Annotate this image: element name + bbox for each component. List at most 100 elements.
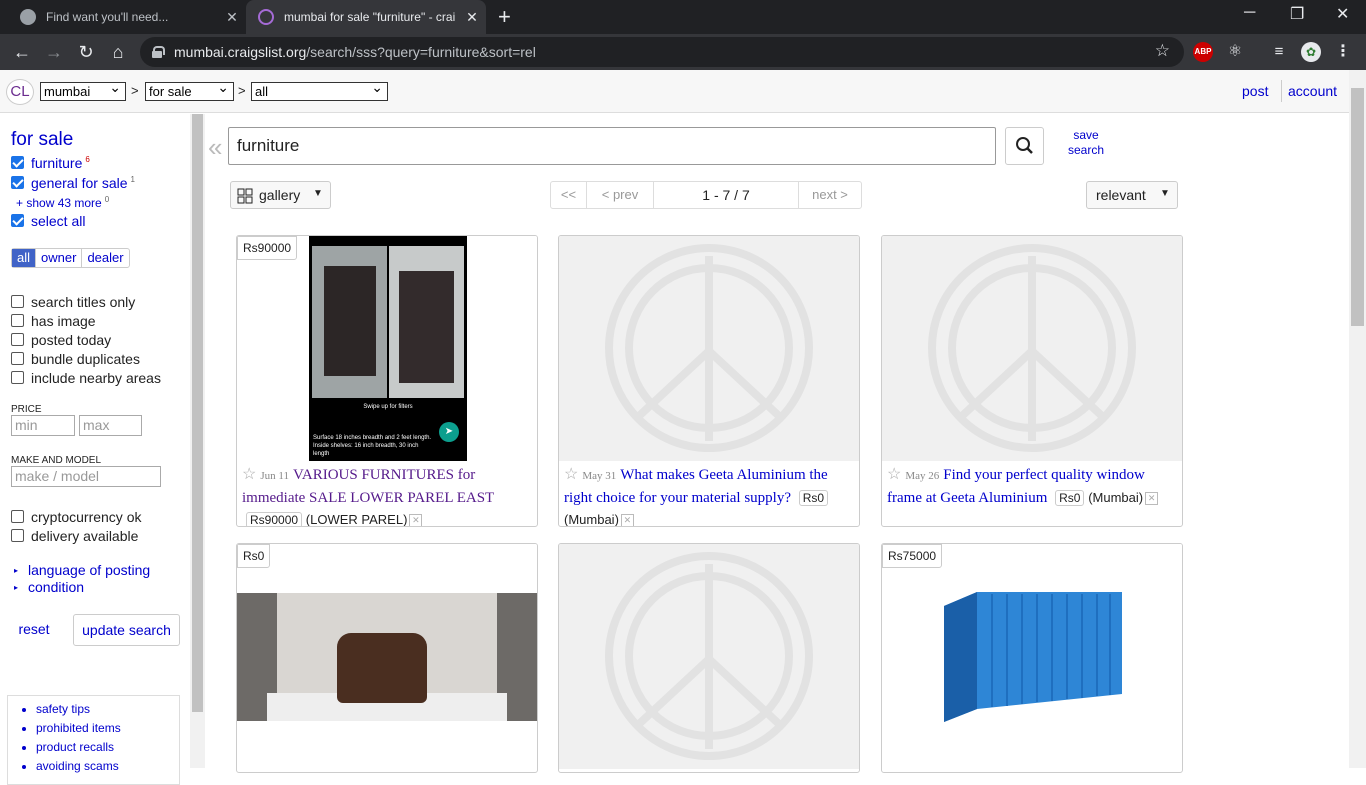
search-button[interactable] bbox=[1005, 127, 1044, 165]
adblock-icon[interactable]: ABP bbox=[1193, 42, 1213, 62]
page-scrollbar[interactable] bbox=[1349, 70, 1366, 768]
prohibited-items-link[interactable]: prohibited items bbox=[36, 721, 179, 740]
sort-dropdown[interactable]: relevant ▼ bbox=[1086, 181, 1178, 209]
checkbox-nearby[interactable] bbox=[11, 371, 24, 384]
window-close-icon[interactable]: ✕ bbox=[1336, 4, 1349, 24]
listing-image[interactable] bbox=[882, 236, 1182, 461]
listing-image[interactable] bbox=[559, 236, 859, 461]
seller-all[interactable]: all bbox=[12, 249, 37, 267]
seller-owner[interactable]: owner bbox=[36, 249, 83, 267]
close-tab-icon[interactable]: ✕ bbox=[458, 9, 486, 26]
post-link[interactable]: post bbox=[1242, 83, 1268, 99]
sidebar-title[interactable]: for sale bbox=[11, 129, 73, 151]
category-count: 6 bbox=[85, 155, 90, 165]
view-mode-dropdown[interactable]: gallery ▼ bbox=[230, 181, 331, 209]
checkbox-has-image[interactable] bbox=[11, 314, 24, 327]
language-expander[interactable]: language of posting bbox=[28, 562, 150, 578]
update-search-button[interactable]: update search bbox=[73, 614, 180, 646]
post-date: Jun 11 bbox=[260, 470, 289, 482]
price-badge: Rs90000 bbox=[237, 236, 298, 260]
checkbox-select-all[interactable] bbox=[11, 214, 24, 227]
reset-button[interactable]: reset bbox=[11, 614, 57, 646]
checkbox-titles-only[interactable] bbox=[11, 295, 24, 308]
listing-card[interactable]: Rs75000 bbox=[881, 543, 1183, 773]
city-select[interactable]: mumbai bbox=[40, 79, 126, 101]
listing-card[interactable]: ☆ May 31 What makes Geeta Aluminium the ri… bbox=[558, 235, 860, 527]
scrollbar-thumb[interactable] bbox=[1351, 88, 1364, 326]
address-bar[interactable]: mumbai.craigslist.org/search/sss?query=f… bbox=[140, 37, 1184, 67]
category-general[interactable]: general for sale 1 bbox=[31, 175, 135, 191]
category-select[interactable]: all bbox=[251, 79, 388, 101]
minimize-icon[interactable]: ─ bbox=[1244, 4, 1255, 22]
arrow-right-icon: ➤ bbox=[439, 422, 459, 442]
min-price-input[interactable]: min bbox=[11, 415, 75, 436]
show-more-count: 0 bbox=[104, 195, 110, 204]
hide-listing-icon[interactable]: ✕ bbox=[409, 514, 423, 526]
browser-navbar: ← → ↻ ⌂ mumbai.craigslist.org/search/sss… bbox=[0, 34, 1366, 70]
globe-icon bbox=[20, 9, 36, 25]
price-tag: Rs90000 bbox=[246, 512, 303, 526]
condition-expander[interactable]: condition bbox=[28, 579, 84, 595]
close-tab-icon[interactable]: ✕ bbox=[218, 9, 246, 26]
new-tab-icon[interactable]: + bbox=[498, 6, 511, 28]
hide-listing-icon[interactable]: ✕ bbox=[620, 514, 634, 526]
recliner-chair bbox=[337, 633, 427, 703]
prev-page-button[interactable]: < prev bbox=[587, 182, 654, 208]
product-recalls-link[interactable]: product recalls bbox=[36, 740, 179, 759]
max-price-input[interactable]: max bbox=[79, 415, 142, 436]
checkbox-furniture[interactable] bbox=[11, 156, 24, 169]
scrollbar-thumb[interactable] bbox=[192, 114, 203, 712]
checkbox-crypto[interactable] bbox=[11, 510, 24, 523]
menu-icon[interactable]: ⋮ bbox=[1333, 42, 1353, 62]
back-icon[interactable]: ← bbox=[10, 40, 34, 64]
home-icon[interactable]: ⌂ bbox=[106, 40, 130, 64]
media-control-icon[interactable]: ≡ bbox=[1269, 42, 1289, 62]
select-all-link[interactable]: select all bbox=[31, 213, 85, 229]
shipping-container-image bbox=[944, 592, 1122, 722]
page-range: 1 - 7 / 7 bbox=[654, 182, 799, 208]
checkbox-posted-today[interactable] bbox=[11, 333, 24, 346]
listing-card[interactable]: ☆ May 26 Find your perfect quality window … bbox=[881, 235, 1183, 527]
category-furniture[interactable]: furniture 6 bbox=[31, 155, 90, 171]
first-page-button[interactable]: << bbox=[551, 182, 587, 208]
search-input[interactable]: furniture bbox=[228, 127, 996, 165]
reload-icon[interactable]: ↻ bbox=[74, 40, 98, 64]
safety-tips-link[interactable]: safety tips bbox=[36, 702, 179, 721]
save-search-link[interactable]: save search bbox=[1060, 128, 1112, 158]
sidebar-scrollbar[interactable] bbox=[190, 114, 205, 768]
show-more-link[interactable]: + show 43 more 0 bbox=[16, 195, 109, 210]
browser-tab-1[interactable]: Find want you'll need... ✕ bbox=[8, 0, 246, 34]
hide-listing-icon[interactable]: ✕ bbox=[1145, 492, 1159, 506]
listing-image[interactable] bbox=[882, 544, 1182, 769]
seller-dealer[interactable]: dealer bbox=[82, 249, 128, 267]
listing-card[interactable]: Rs0 bbox=[236, 543, 538, 773]
make-model-input[interactable]: make / model bbox=[11, 466, 161, 487]
profile-avatar[interactable]: ✿ bbox=[1301, 42, 1321, 62]
bookmark-star-icon[interactable]: ☆ bbox=[1155, 41, 1170, 61]
price-label: PRICE bbox=[11, 404, 42, 415]
browser-tab-2[interactable]: mumbai for sale "furniture" - crai ✕ bbox=[246, 0, 486, 34]
section-select[interactable]: for sale bbox=[145, 79, 234, 101]
listing-image[interactable] bbox=[237, 544, 537, 769]
collapse-sidebar-icon[interactable]: « bbox=[208, 132, 222, 163]
category-label: general for sale bbox=[31, 175, 128, 191]
favorite-star-icon[interactable]: ☆ bbox=[242, 466, 256, 483]
avoiding-scams-link[interactable]: avoiding scams bbox=[36, 759, 179, 778]
seller-type-toggle: all owner dealer bbox=[11, 248, 130, 268]
listing-image[interactable] bbox=[559, 544, 859, 769]
listing-card[interactable] bbox=[558, 543, 860, 773]
account-link[interactable]: account bbox=[1288, 83, 1337, 99]
next-page-button[interactable]: next > bbox=[799, 182, 861, 208]
restore-icon[interactable]: ❐ bbox=[1290, 4, 1304, 24]
react-devtools-icon[interactable]: ⚛ bbox=[1225, 42, 1245, 62]
favorite-star-icon[interactable]: ☆ bbox=[887, 466, 901, 483]
image-caption: Swipe up for filters bbox=[363, 404, 413, 410]
listing-image[interactable]: Swipe up for filters Surface 18 inches b… bbox=[237, 236, 537, 461]
checkbox-general[interactable] bbox=[11, 176, 24, 189]
forward-icon[interactable]: → bbox=[42, 40, 66, 64]
craigslist-logo[interactable]: CL bbox=[6, 79, 34, 105]
favorite-star-icon[interactable]: ☆ bbox=[564, 466, 578, 483]
listing-card[interactable]: Swipe up for filters Surface 18 inches b… bbox=[236, 235, 538, 527]
checkbox-bundle[interactable] bbox=[11, 352, 24, 365]
checkbox-delivery[interactable] bbox=[11, 529, 24, 542]
